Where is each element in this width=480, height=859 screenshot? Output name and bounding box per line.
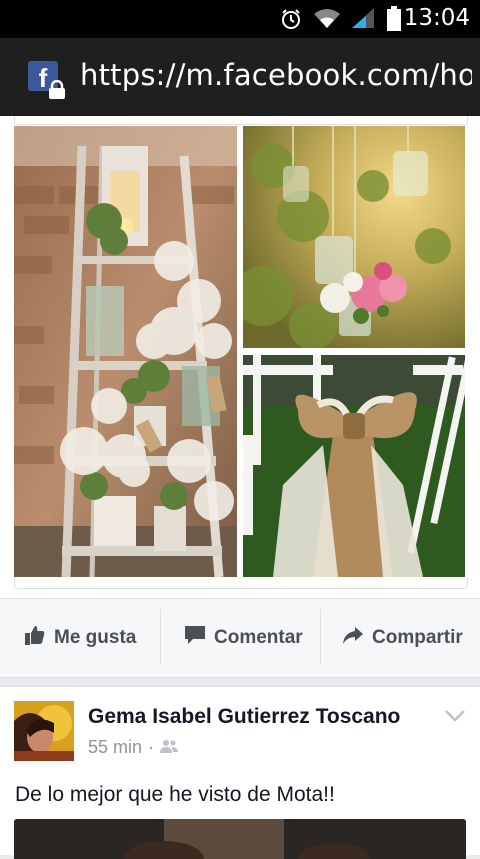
post-image[interactable]: [14, 819, 466, 859]
lock-icon: [49, 80, 65, 99]
address-bar[interactable]: f https://m.facebook.com/hon: [0, 38, 480, 116]
wifi-icon: [314, 9, 340, 28]
meta-separator: ·: [148, 737, 155, 757]
second-post-card: Gema Isabel Gutierrez Toscano 55 min · D…: [0, 686, 480, 859]
hanging-jars-photo[interactable]: [243, 126, 465, 348]
battery-icon: [387, 6, 401, 31]
post-card: [0, 116, 480, 674]
share-button[interactable]: Compartir: [342, 599, 478, 677]
like-label: Me gusta: [54, 627, 137, 648]
alarm-icon: [282, 9, 300, 29]
comment-icon: [184, 625, 206, 651]
friends-icon: [160, 737, 179, 758]
post-actions-bar: Me gusta Comentar Compartir: [0, 598, 480, 678]
share-label: Compartir: [372, 627, 463, 648]
url-text[interactable]: https://m.facebook.com/hon: [80, 58, 472, 92]
comment-label: Comentar: [214, 627, 303, 648]
post-text: De lo mejor que he visto de Mota!!: [15, 783, 335, 806]
like-button[interactable]: Me gusta: [24, 599, 160, 677]
card-top-edge: [14, 116, 468, 125]
post-meta: 55 min ·: [88, 737, 179, 758]
signal-icon: [352, 8, 374, 28]
photo-collage: [14, 126, 466, 588]
card-bottom-edge: [14, 578, 468, 589]
post-timestamp[interactable]: 55 min: [88, 737, 142, 758]
chevron-down-icon[interactable]: [444, 709, 466, 723]
clock: 13:04: [403, 5, 470, 31]
share-icon: [342, 625, 364, 651]
action-divider: [320, 609, 321, 665]
like-icon: [24, 624, 46, 652]
post-author[interactable]: Gema Isabel Gutierrez Toscano: [88, 705, 400, 729]
avatar[interactable]: [14, 701, 74, 761]
status-bar: 13:04: [0, 0, 480, 38]
action-divider: [160, 609, 161, 665]
ladder-flowers-photo[interactable]: [14, 126, 237, 577]
comment-button[interactable]: Comentar: [184, 599, 320, 677]
burlap-bow-chair-photo[interactable]: [243, 355, 465, 577]
